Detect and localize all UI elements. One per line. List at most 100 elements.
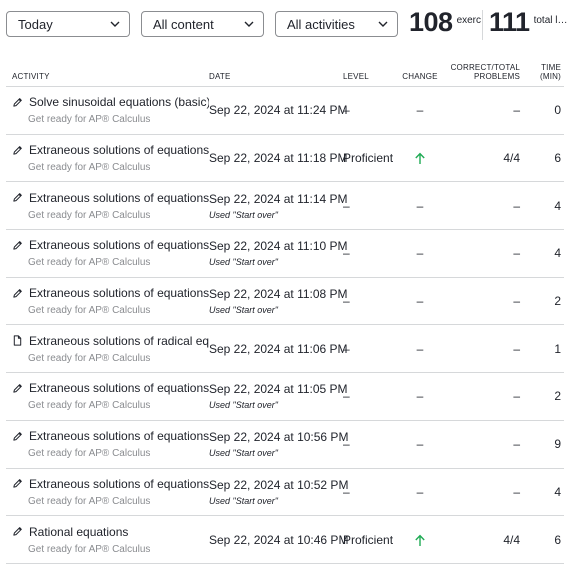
date-value: Sep 22, 2024 at 11:14 PM xyxy=(209,191,348,206)
change-value: – xyxy=(416,484,424,499)
date-value: Sep 22, 2024 at 10:52 PM xyxy=(209,477,349,492)
table-row[interactable]: Extraneous solutions of equations Get rea… xyxy=(6,182,564,230)
date-note: Used "Start over" xyxy=(209,448,278,459)
correct-total-cell: – xyxy=(513,389,520,404)
col-time[interactable]: TIME (MIN) xyxy=(520,52,564,87)
change-cell xyxy=(398,516,442,564)
activity-title[interactable]: Extraneous solutions of equations xyxy=(29,191,209,205)
activity-course: Get ready for AP® Calculus xyxy=(28,114,151,126)
table-row[interactable]: Extraneous solutions of radical eq... Get… xyxy=(6,325,564,373)
date-cell: Sep 22, 2024 at 10:46 PM xyxy=(209,516,349,564)
level-cell: – xyxy=(343,437,350,452)
level-cell: – xyxy=(343,294,350,309)
correct-total-cell: 4/4 xyxy=(503,151,520,166)
activity-title[interactable]: Extraneous solutions of equations xyxy=(29,477,209,491)
date-cell: Sep 22, 2024 at 11:24 PM xyxy=(209,87,348,135)
col-correct-total-line2: PROBLEMS xyxy=(473,72,520,81)
date-cell: Sep 22, 2024 at 11:08 PM Used "Start over… xyxy=(209,277,348,325)
activity-cell[interactable]: Extraneous solutions of equations Get rea… xyxy=(6,182,209,230)
pencil-icon xyxy=(12,431,29,442)
activity-title[interactable]: Extraneous solutions of equations xyxy=(29,238,209,252)
date-cell: Sep 22, 2024 at 11:10 PM Used "Start over… xyxy=(209,230,348,278)
date-cell: Sep 22, 2024 at 11:05 PM Used "Start over… xyxy=(209,373,348,421)
table-row[interactable]: Solve sinusoidal equations (basic) Get re… xyxy=(6,87,564,135)
activity-course: Get ready for AP® Calculus xyxy=(28,543,151,555)
table-row[interactable]: Extraneous solutions of equations Get rea… xyxy=(6,468,564,516)
table-row[interactable]: Extraneous solutions of equations Get rea… xyxy=(6,420,564,468)
change-value: – xyxy=(416,389,424,404)
change-value: – xyxy=(416,103,424,118)
col-change[interactable]: CHANGE xyxy=(398,52,442,87)
correct-total-cell: – xyxy=(513,294,520,309)
activity-cell[interactable]: Extraneous solutions of equations Get rea… xyxy=(6,420,209,468)
time-cell: 9 xyxy=(554,437,561,452)
date-value: Sep 22, 2024 at 10:56 PM xyxy=(209,430,349,445)
time-cell: 4 xyxy=(554,484,561,499)
activity-cell[interactable]: Extraneous solutions of equations Get rea… xyxy=(6,277,209,325)
pencil-icon xyxy=(12,97,29,108)
table-row[interactable]: Extraneous solutions of equations Get rea… xyxy=(6,230,564,278)
up-arrow-icon xyxy=(415,534,425,546)
activity-cell[interactable]: Extraneous solutions of equations Get rea… xyxy=(6,373,209,421)
level-cell: – xyxy=(343,198,350,213)
activity-title[interactable]: Extraneous solutions of equations xyxy=(29,381,209,395)
pencil-icon xyxy=(12,526,29,537)
col-correct-total-line1: CORRECT/TOTAL xyxy=(450,63,520,72)
level-cell: Proficient xyxy=(343,532,394,547)
level-cell: – xyxy=(343,103,350,118)
activity-cell[interactable]: Rational equations Get ready for AP® Calc… xyxy=(6,516,209,564)
activity-title[interactable]: Extraneous solutions of radical eq... xyxy=(29,334,209,348)
date-note: Used "Start over" xyxy=(209,209,278,220)
col-correct-total[interactable]: CORRECT/TOTAL PROBLEMS xyxy=(442,52,520,87)
date-value: Sep 22, 2024 at 11:05 PM xyxy=(209,382,348,397)
change-cell: – xyxy=(398,325,442,373)
date-value: Sep 22, 2024 at 10:46 PM xyxy=(209,532,349,547)
col-time-line1: TIME xyxy=(541,63,561,72)
activity-cell[interactable]: Extraneous solutions of equations Get rea… xyxy=(6,230,209,278)
col-activity[interactable]: ACTIVITY xyxy=(6,52,209,87)
activity-course: Get ready for AP® Calculus xyxy=(28,495,151,507)
activity-title[interactable]: Extraneous solutions of equations xyxy=(29,429,209,443)
activity-cell[interactable]: Extraneous solutions of equations Get rea… xyxy=(6,468,209,516)
up-arrow-icon xyxy=(415,152,425,165)
activity-course: Get ready for AP® Calculus xyxy=(28,305,151,317)
table-row[interactable]: Extraneous solutions of equations Get rea… xyxy=(6,277,564,325)
chevron-down-icon xyxy=(378,21,388,27)
change-cell: – xyxy=(398,182,442,230)
change-value: – xyxy=(416,246,424,261)
learning-minutes-stat: 111 total learning min xyxy=(489,6,568,38)
period-select[interactable]: Today xyxy=(6,11,130,37)
activity-cell[interactable]: Solve sinusoidal equations (basic) Get re… xyxy=(6,87,209,135)
activity-cell[interactable]: Extraneous solutions of radical eq... Get… xyxy=(6,325,209,373)
correct-total-cell: – xyxy=(513,246,520,261)
activity-title[interactable]: Extraneous solutions of equations xyxy=(29,286,209,300)
date-note: Used "Start over" xyxy=(209,400,278,411)
date-cell: Sep 22, 2024 at 11:14 PM Used "Start over… xyxy=(209,182,348,230)
table-row[interactable]: Extraneous solutions of equations Get rea… xyxy=(6,134,564,182)
correct-total-cell: – xyxy=(513,341,520,356)
pencil-icon xyxy=(12,383,29,394)
correct-total-cell: – xyxy=(513,198,520,213)
time-cell: 2 xyxy=(554,294,561,309)
content-select[interactable]: All content xyxy=(141,11,264,37)
level-cell: – xyxy=(343,341,350,356)
correct-total-cell: – xyxy=(513,437,520,452)
activity-cell[interactable]: Extraneous solutions of equations Get rea… xyxy=(6,134,209,182)
activities-select[interactable]: All activities xyxy=(275,11,398,37)
activity-title[interactable]: Rational equations xyxy=(29,525,128,539)
col-date[interactable]: DATE xyxy=(209,52,343,87)
time-cell: 4 xyxy=(554,198,561,213)
col-time-line2: (MIN) xyxy=(540,72,561,81)
filter-bar: Today All content All activities 108 exe… xyxy=(0,0,574,52)
stat-divider xyxy=(482,10,483,40)
activity-title[interactable]: Extraneous solutions of equations xyxy=(29,143,209,157)
activity-title[interactable]: Solve sinusoidal equations (basic) xyxy=(29,95,209,109)
pencil-icon xyxy=(12,240,29,251)
chevron-down-icon xyxy=(110,21,120,27)
chevron-down-icon xyxy=(244,21,254,27)
time-cell: 1 xyxy=(554,341,561,356)
col-level[interactable]: LEVEL xyxy=(343,52,398,87)
time-cell: 0 xyxy=(554,103,561,118)
table-row[interactable]: Extraneous solutions of equations Get rea… xyxy=(6,373,564,421)
table-row[interactable]: Rational equations Get ready for AP® Calc… xyxy=(6,516,564,564)
